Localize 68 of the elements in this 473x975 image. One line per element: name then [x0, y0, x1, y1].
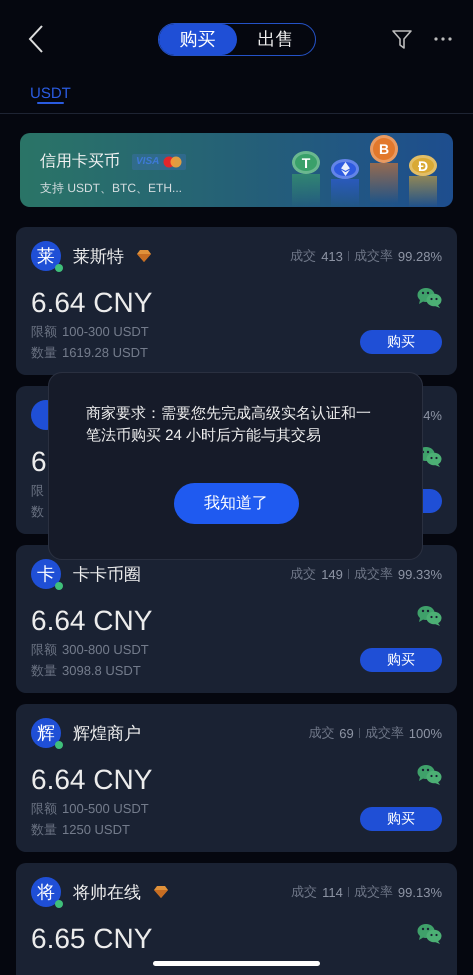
trades-count: 149 [321, 566, 343, 582]
buy-button[interactable]: 购买 [360, 330, 442, 354]
rate-label: 成交率 [364, 724, 404, 742]
amount-value: 1250 USDT [62, 821, 130, 839]
trades-label: 成交 [308, 724, 334, 742]
completion-rate: 99.13% [398, 884, 442, 900]
currency-tab[interactable]: USDT [30, 78, 71, 112]
avatar: 将 [31, 877, 61, 907]
merchant-name: 卡卡币圈 [73, 564, 141, 586]
limit-label: 限额 [31, 641, 57, 659]
segment-tab[interactable]: 出售 [236, 24, 314, 54]
merchant-name: 将帅在线 [73, 882, 141, 904]
trades-label: 成交 [290, 565, 316, 583]
light-beam [331, 178, 359, 207]
mastercard-icon [163, 156, 182, 168]
coin-icon: B [370, 135, 398, 163]
amount-label: 数量 [31, 821, 57, 839]
limit-label: 限额 [31, 323, 57, 341]
filter-icon[interactable] [391, 28, 413, 50]
limit-label: 限 [31, 482, 44, 500]
banner-title: 信用卡买币 [40, 152, 120, 172]
light-beam [409, 176, 437, 207]
price: 6.64 CNY [31, 604, 152, 638]
trades-label: 成交 [290, 247, 316, 265]
limit-value: 100-500 USDT [62, 800, 149, 818]
buy-button[interactable]: 购买 [360, 648, 442, 672]
buy-button[interactable]: 购买 [360, 807, 442, 831]
amount-value: 3098.8 USDT [62, 662, 141, 680]
completion-rate: 99.28% [398, 248, 442, 264]
coin-icon: T [292, 151, 320, 174]
completion-rate: 4% [423, 408, 442, 422]
promo-banner[interactable]: 信用卡买币 VISA 支持 USDT、BTC、ETH... T B Ð [20, 133, 453, 207]
amount-label: 数 [31, 503, 44, 521]
price: 6.64 CNY [31, 286, 152, 320]
completion-rate: 99.33% [398, 566, 442, 582]
banner-subtitle: 支持 USDT、BTC、ETH... [40, 180, 184, 197]
price: 6 [31, 445, 47, 479]
segment-tab[interactable]: 购买 [158, 24, 236, 54]
light-beam [292, 174, 320, 207]
limit-value: 100-300 USDT [62, 323, 149, 341]
trades-count: 114 [322, 884, 343, 900]
rate-label: 成交率 [354, 247, 393, 265]
amount-label: 数量 [31, 344, 57, 362]
completion-rate: 100% [408, 726, 442, 740]
ethereum-icon [340, 162, 350, 176]
limit-value: 300-800 USDT [62, 641, 149, 659]
limit-label: 限额 [31, 800, 57, 818]
light-beam [370, 163, 398, 203]
trades-label: 成交 [291, 883, 318, 901]
acknowledge-button[interactable]: 我知道了 [174, 483, 298, 524]
merchant-name: 莱斯特 [73, 246, 124, 268]
dialog-message: 商家要求：需要您先完成高级实名认证和一笔法币购买 24 小时后方能与其交易 [86, 404, 372, 446]
price: 6.65 CNY [31, 922, 152, 956]
avatar: 辉 [31, 718, 61, 748]
card-brand-badge: VISA [132, 154, 186, 170]
merchant-name: 辉煌商户 [73, 722, 141, 744]
trades-count: 413 [321, 248, 343, 264]
back-icon[interactable] [28, 25, 44, 53]
amount-value: 1619.28 USDT [62, 344, 148, 362]
coin-icon: Ð [409, 155, 437, 176]
rate-label: 成交率 [354, 883, 393, 901]
more-icon[interactable] [433, 36, 453, 42]
amount-label: 数量 [31, 662, 57, 680]
avatar: 莱 [31, 241, 61, 271]
trades-count: 69 [339, 726, 354, 740]
price: 6.64 CNY [31, 763, 152, 797]
rate-label: 成交率 [354, 565, 393, 583]
avatar: 卡 [31, 559, 61, 589]
